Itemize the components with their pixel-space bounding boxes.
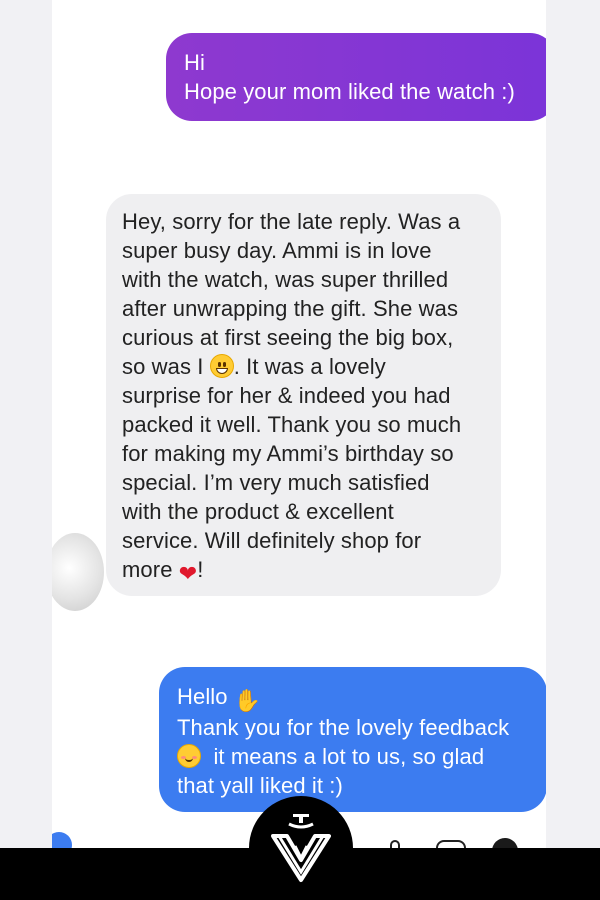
brand-logo (249, 796, 353, 900)
message-line: with the watch, was super thrilled (122, 267, 449, 292)
message-line: that yall liked it :) (177, 773, 343, 798)
grinning-face-icon (209, 354, 234, 378)
message-text: ! (197, 557, 204, 582)
brand-logo-icon (271, 814, 331, 882)
message-text: Hello (177, 684, 228, 709)
message-line: with the product & excellent (122, 499, 394, 524)
message-line: Hope your mom liked the watch :) (184, 79, 515, 104)
message-line: for making my Ammi’s birthday so (122, 441, 454, 466)
message-line: surprise for her & indeed you had (122, 383, 451, 408)
message-line: Hello ✋ (177, 682, 529, 713)
message-text: . It was a lovely (233, 354, 386, 379)
waving-hand-icon: ✋ (233, 689, 262, 714)
heart-icon: ❤ (178, 562, 198, 587)
message-line: packed it well. Thank you so much (122, 412, 462, 437)
gallery-icon[interactable] (436, 840, 466, 848)
message-line: super busy day. Ammi is in love (122, 238, 432, 263)
message-line: more ❤! (122, 555, 485, 586)
message-text: so was I (122, 354, 204, 379)
message-line: curious at first seeing the big box, (122, 325, 454, 350)
microphone-icon[interactable] (390, 840, 400, 848)
message-text: more (122, 557, 173, 582)
message-line: after unwrapping the gift. She was (122, 296, 459, 321)
message-line: Thank you for the lovely feedback (177, 715, 510, 740)
chat-panel: Hi Hope your mom liked the watch :) Hey,… (52, 0, 546, 848)
message-line: Hey, sorry for the late reply. Was a (122, 209, 461, 234)
message-line: service. Will definitely shop for (122, 528, 422, 553)
message-line: Hi (184, 50, 205, 75)
message-line: it means a lot to us, so glad (177, 742, 529, 771)
message-line: so was I . It was a lovely (122, 352, 485, 381)
message-text: it means a lot to us, so glad (213, 744, 485, 769)
incoming-message-bubble[interactable]: Hey, sorry for the late reply. Was a sup… (106, 194, 501, 596)
smiling-face-icon (177, 744, 201, 768)
message-line: special. I’m very much satisfied (122, 470, 430, 495)
sticker-icon[interactable] (492, 838, 518, 848)
camera-icon[interactable] (52, 832, 72, 848)
outgoing-message-bubble[interactable]: Hi Hope your mom liked the watch :) (166, 33, 546, 121)
avatar[interactable] (52, 533, 104, 611)
outgoing-message-bubble[interactable]: Hello ✋ Thank you for the lovely feedbac… (159, 667, 546, 812)
